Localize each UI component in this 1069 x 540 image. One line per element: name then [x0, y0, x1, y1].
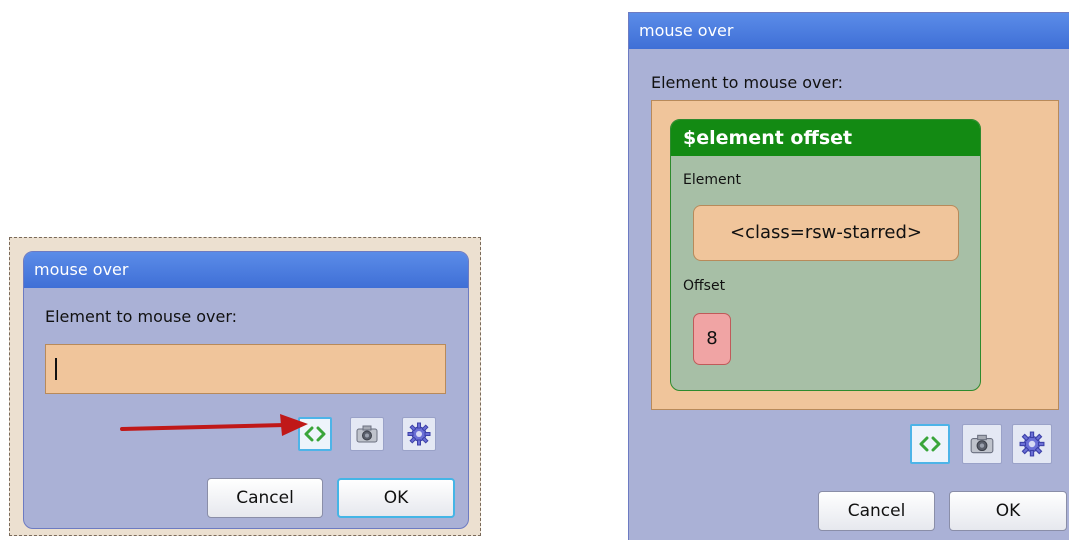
settings-button[interactable]	[1012, 424, 1052, 464]
cancel-button[interactable]: Cancel	[818, 491, 935, 531]
left-mouse-over-dialog: mouse over Element to mouse over: Cancel…	[23, 251, 469, 529]
settings-button[interactable]	[402, 417, 436, 451]
dialog-title: mouse over	[629, 13, 1069, 49]
cancel-button[interactable]: Cancel	[207, 478, 323, 518]
offset-block-title: $element offset	[671, 120, 980, 156]
gear-icon	[407, 422, 431, 446]
offset-slot-label: Offset	[683, 278, 726, 294]
dialog-title: mouse over	[24, 252, 468, 288]
ok-button[interactable]: OK	[337, 478, 455, 518]
element-drop-area[interactable]: $element offset Element <class=rsw-starr…	[651, 100, 1059, 410]
camera-icon	[970, 434, 994, 454]
code-picker-button[interactable]	[910, 424, 950, 464]
element-prompt-label: Element to mouse over:	[651, 73, 844, 92]
offset-number-pill[interactable]: 8	[693, 313, 731, 365]
camera-icon	[356, 425, 378, 443]
screenshot-button[interactable]	[962, 424, 1002, 464]
right-mouse-over-dialog: mouse over Element to mouse over: $eleme…	[628, 12, 1069, 540]
ok-button[interactable]: OK	[949, 491, 1067, 531]
gear-icon	[1019, 431, 1045, 457]
element-selector-pill[interactable]: <class=rsw-starred>	[693, 205, 959, 261]
screenshot-button[interactable]	[350, 417, 384, 451]
element-input[interactable]	[45, 344, 446, 394]
left-dialog-frame: mouse over Element to mouse over: Cancel…	[9, 237, 481, 536]
element-slot-label: Element	[683, 172, 741, 188]
element-offset-block[interactable]: $element offset Element <class=rsw-starr…	[670, 119, 981, 391]
text-caret	[55, 358, 57, 380]
annotation-arrow	[120, 414, 308, 436]
code-brackets-icon	[919, 436, 941, 452]
element-prompt-label: Element to mouse over:	[45, 307, 238, 326]
